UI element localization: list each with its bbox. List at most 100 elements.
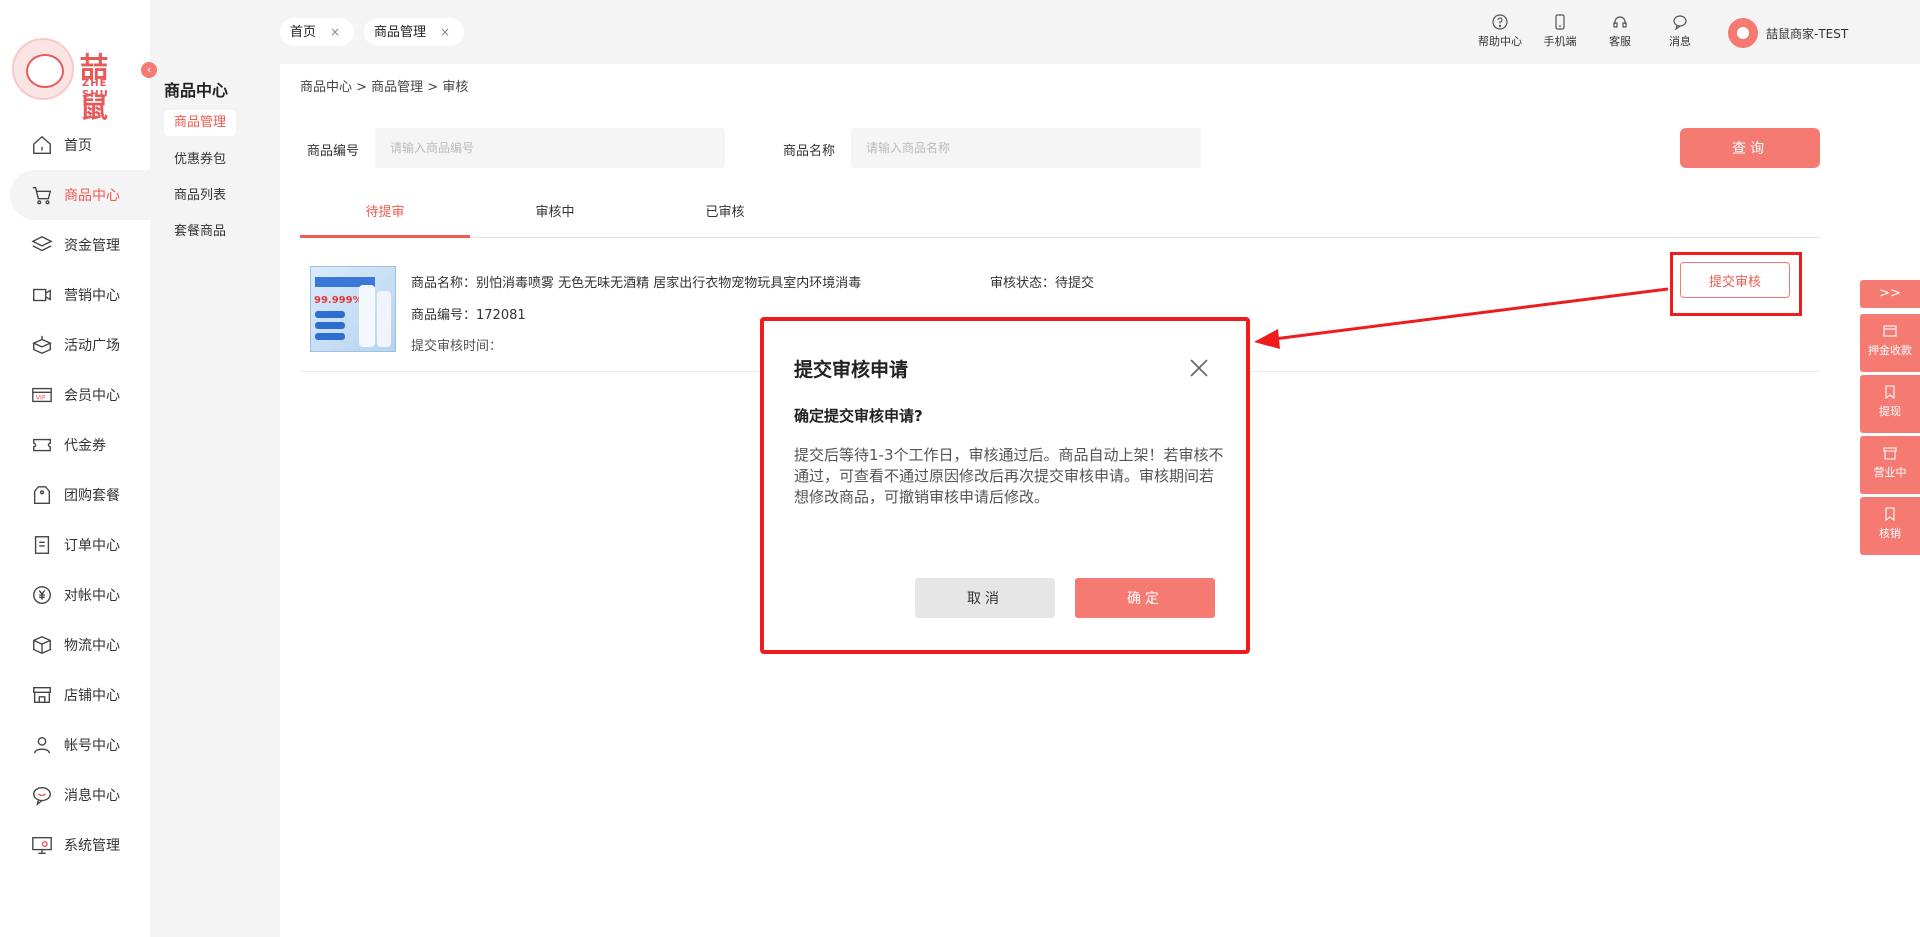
float-label: 押金收款 bbox=[1868, 344, 1912, 357]
float-deposit-button[interactable]: 押金收款 bbox=[1860, 314, 1920, 372]
tab-pending-submit[interactable]: 待提审 bbox=[300, 202, 470, 238]
review-status: 审核状态：待提交 bbox=[990, 276, 1095, 291]
tab-under-review[interactable]: 审核中 bbox=[470, 202, 640, 238]
shop-icon bbox=[1883, 447, 1897, 460]
help-icon bbox=[1492, 14, 1508, 30]
sidebar-item-label: 代金券 bbox=[64, 438, 106, 454]
sidebar-item-activities[interactable]: 活动广场 bbox=[0, 320, 150, 370]
sidebar-item-marketing[interactable]: 营销中心 bbox=[0, 270, 150, 320]
sidebar-item-reconciliation[interactable]: 对帐中心 bbox=[0, 570, 150, 620]
dialog-title: 提交审核申请 bbox=[794, 359, 909, 381]
svg-text:VIP: VIP bbox=[36, 394, 46, 402]
message-icon bbox=[1673, 15, 1687, 30]
dialog-question: 确定提交审核申请? bbox=[794, 407, 923, 425]
help-label: 帮助中心 bbox=[1478, 35, 1522, 48]
mobile-icon bbox=[1555, 14, 1565, 30]
service-label: 客服 bbox=[1609, 35, 1631, 48]
sidebar-item-products[interactable]: 商品中心 bbox=[10, 170, 150, 220]
coupon-icon bbox=[30, 433, 54, 457]
sub-sidebar: 商品中心 商品管理 优惠券包 商品列表 套餐商品 bbox=[150, 0, 280, 937]
logo-subtext: ZHE SHU bbox=[82, 78, 109, 100]
store-icon bbox=[30, 683, 54, 707]
sidebar-item-members[interactable]: VIP 会员中心 bbox=[0, 370, 150, 420]
float-withdraw-button[interactable]: 提现 bbox=[1860, 375, 1920, 433]
tab-home[interactable]: 首页 × bbox=[280, 18, 355, 46]
float-label: 提现 bbox=[1879, 405, 1901, 418]
sidebar-item-label: 消息中心 bbox=[64, 788, 120, 804]
sidebar-item-label: 资金管理 bbox=[64, 238, 120, 254]
thumbnail-percent: 99.999% bbox=[314, 295, 363, 306]
cancel-button[interactable]: 取消 bbox=[915, 578, 1055, 618]
vip-icon: VIP bbox=[30, 383, 54, 407]
order-icon bbox=[30, 533, 54, 557]
sidebar-item-group-buy[interactable]: 团购套餐 bbox=[0, 470, 150, 520]
float-panel-toggle[interactable]: >> bbox=[1860, 280, 1920, 308]
chevron-left-icon: ‹ bbox=[146, 63, 152, 76]
layers-icon bbox=[30, 233, 54, 257]
sidebar-item-messages[interactable]: 消息中心 bbox=[0, 770, 150, 820]
product-code-input[interactable] bbox=[375, 128, 725, 168]
submit-review-button[interactable]: 提交审核 bbox=[1680, 262, 1790, 298]
sidebar-item-home[interactable]: 首页 bbox=[0, 120, 150, 170]
help-center-button[interactable]: 帮助中心 bbox=[1472, 14, 1528, 49]
sidebar-item-orders[interactable]: 订单中心 bbox=[0, 520, 150, 570]
customer-service-button[interactable]: 客服 bbox=[1592, 14, 1648, 49]
float-verify-button[interactable]: 核销 bbox=[1860, 497, 1920, 555]
sidebar-item-vouchers[interactable]: 代金券 bbox=[0, 420, 150, 470]
messages-button[interactable]: 消息 bbox=[1652, 14, 1708, 49]
sidebar-item-label: 订单中心 bbox=[64, 538, 120, 554]
tag-icon bbox=[30, 483, 54, 507]
message-label: 消息 bbox=[1669, 35, 1691, 48]
tab-product-management[interactable]: 商品管理 × bbox=[364, 18, 465, 46]
mobile-label: 手机端 bbox=[1543, 35, 1577, 48]
user-menu[interactable]: 喆鼠商家-TEST bbox=[1728, 18, 1848, 48]
close-icon[interactable] bbox=[1188, 357, 1210, 379]
close-icon[interactable]: × bbox=[330, 25, 340, 39]
product-name: 商品名称：别怕消毒喷雾 无色无味无酒精 居家出行衣物宠物玩具室内环境消毒 bbox=[411, 276, 862, 291]
main-sidebar: 喆鼠 ZHE SHU 首页 商品中心 资金管理 营销中心 活动广场 VIP 会员… bbox=[0, 0, 150, 937]
dialog-body: 提交后等待1-3个工作日，审核通过后。商品自动上架！若审核不通过，可查看不通过原… bbox=[794, 446, 1224, 506]
product-name-label: 商品名称 bbox=[783, 144, 836, 159]
sidebar-item-funds[interactable]: 资金管理 bbox=[0, 220, 150, 270]
user-icon bbox=[30, 733, 54, 757]
home-icon bbox=[30, 133, 54, 157]
confirm-button[interactable]: 确定 bbox=[1075, 578, 1215, 618]
subbar-item-product-list[interactable]: 商品列表 bbox=[164, 183, 236, 209]
close-icon[interactable]: × bbox=[440, 25, 450, 39]
submit-review-dialog: 提交审核申请 确定提交审核申请? 提交后等待1-3个工作日，审核通过后。商品自动… bbox=[764, 321, 1246, 650]
status-tabs: 待提审 审核中 已审核 bbox=[300, 202, 1820, 238]
user-name: 喆鼠商家-TEST bbox=[1766, 26, 1849, 41]
sidebar-item-label: 对帐中心 bbox=[64, 588, 120, 604]
package-icon bbox=[30, 633, 54, 657]
box-icon bbox=[30, 333, 54, 357]
sidebar-item-label: 活动广场 bbox=[64, 338, 120, 354]
float-label: 核销 bbox=[1879, 527, 1901, 540]
chat-icon bbox=[30, 783, 54, 807]
sidebar-item-logistics[interactable]: 物流中心 bbox=[0, 620, 150, 670]
logo-mascot bbox=[12, 38, 74, 100]
float-label: 营业中 bbox=[1873, 466, 1907, 479]
query-button[interactable]: 查询 bbox=[1680, 128, 1820, 168]
tab-label: 首页 bbox=[290, 25, 317, 40]
sidebar-item-store[interactable]: 店铺中心 bbox=[0, 670, 150, 720]
float-open-status-button[interactable]: 营业中 bbox=[1860, 436, 1920, 494]
submit-time: 提交审核时间： bbox=[411, 339, 503, 354]
subbar-title: 商品中心 bbox=[164, 81, 229, 100]
tab-reviewed[interactable]: 已审核 bbox=[640, 202, 810, 238]
subbar-item-package-products[interactable]: 套餐商品 bbox=[164, 219, 236, 245]
bookmark-icon bbox=[1885, 385, 1895, 399]
product-code-label: 商品编号 bbox=[307, 144, 360, 159]
subbar-item-product-management[interactable]: 商品管理 bbox=[164, 110, 237, 136]
collapse-sidebar-button[interactable]: ‹ bbox=[141, 62, 157, 78]
sidebar-item-label: 营销中心 bbox=[64, 288, 120, 304]
mobile-button[interactable]: 手机端 bbox=[1532, 14, 1588, 49]
sidebar-item-label: 商品中心 bbox=[64, 188, 120, 204]
product-name-input[interactable] bbox=[851, 128, 1201, 168]
subbar-item-coupon-pack[interactable]: 优惠券包 bbox=[164, 147, 236, 173]
sidebar-item-system[interactable]: 系统管理 bbox=[0, 820, 150, 870]
sidebar-item-label: 会员中心 bbox=[64, 388, 120, 404]
brand-logo: 喆鼠 ZHE SHU bbox=[12, 38, 132, 124]
ticket-icon bbox=[1885, 507, 1895, 521]
product-code: 商品编号：172081 bbox=[411, 308, 526, 323]
sidebar-item-account[interactable]: 帐号中心 bbox=[0, 720, 150, 770]
